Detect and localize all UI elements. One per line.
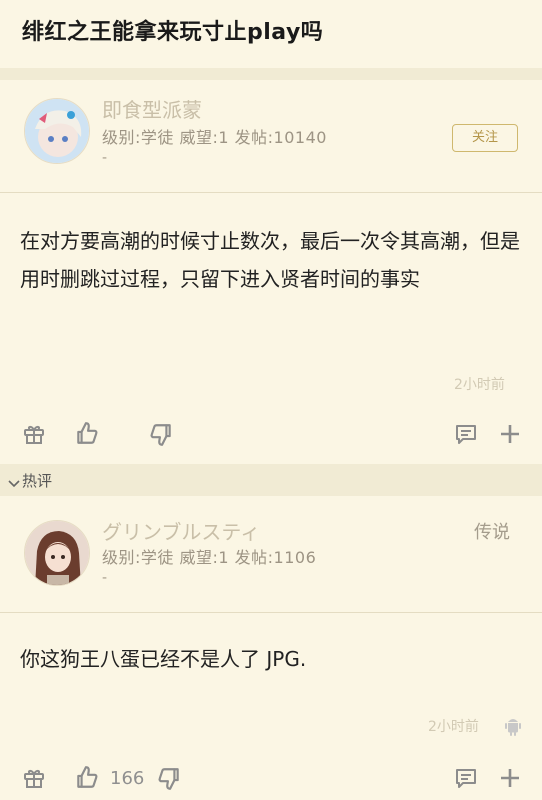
avatar[interactable] xyxy=(24,98,90,164)
post-user-info: 级别:学徒 威望:1 发帖:10140 xyxy=(102,128,327,147)
reply-content: 你这狗王八蛋已经不是人了 JPG. xyxy=(20,647,307,671)
gift-icon[interactable] xyxy=(22,422,46,446)
reply-time: 2小时前 xyxy=(428,719,479,735)
reply-user-dash: - xyxy=(102,570,108,586)
divider xyxy=(0,192,542,193)
post-user-dash: - xyxy=(102,150,108,166)
post-content: 在对方要高潮的时候寸止数次，最后一次令其高潮，但是用时删跳过过程，只留下进入贤者… xyxy=(20,229,520,291)
hot-comments-label: 热评 xyxy=(22,472,53,490)
comment-icon[interactable] xyxy=(454,766,478,790)
plus-icon[interactable] xyxy=(498,422,522,446)
post-username[interactable]: 即食型派蒙 xyxy=(102,94,202,123)
divider xyxy=(0,612,542,613)
android-icon xyxy=(504,716,522,736)
hot-comments-bar[interactable] xyxy=(0,464,542,496)
post-time: 2小时前 xyxy=(454,377,505,393)
thumbs-down-icon[interactable] xyxy=(148,422,174,448)
reply-username[interactable]: グリンブルスティ xyxy=(102,516,260,545)
comment-icon[interactable] xyxy=(454,422,478,446)
thumbs-up-icon[interactable] xyxy=(74,764,100,790)
reply-user-info: 级别:学徒 威望:1 发帖:1106 xyxy=(102,548,317,567)
gift-icon[interactable] xyxy=(22,766,46,790)
follow-button[interactable]: 关注 xyxy=(452,124,518,152)
plus-icon[interactable] xyxy=(498,766,522,790)
reply-floor-tag: 传说 xyxy=(474,522,510,543)
chevron-down-icon[interactable] xyxy=(8,474,20,493)
like-count: 166 xyxy=(110,768,145,789)
thumbs-down-icon[interactable] xyxy=(156,766,182,792)
thumbs-up-icon[interactable] xyxy=(74,420,100,446)
reply-avatar[interactable] xyxy=(24,520,90,586)
thread-title: 绯红之王能拿来玩寸止play吗 xyxy=(22,20,324,45)
section-band xyxy=(0,68,542,80)
